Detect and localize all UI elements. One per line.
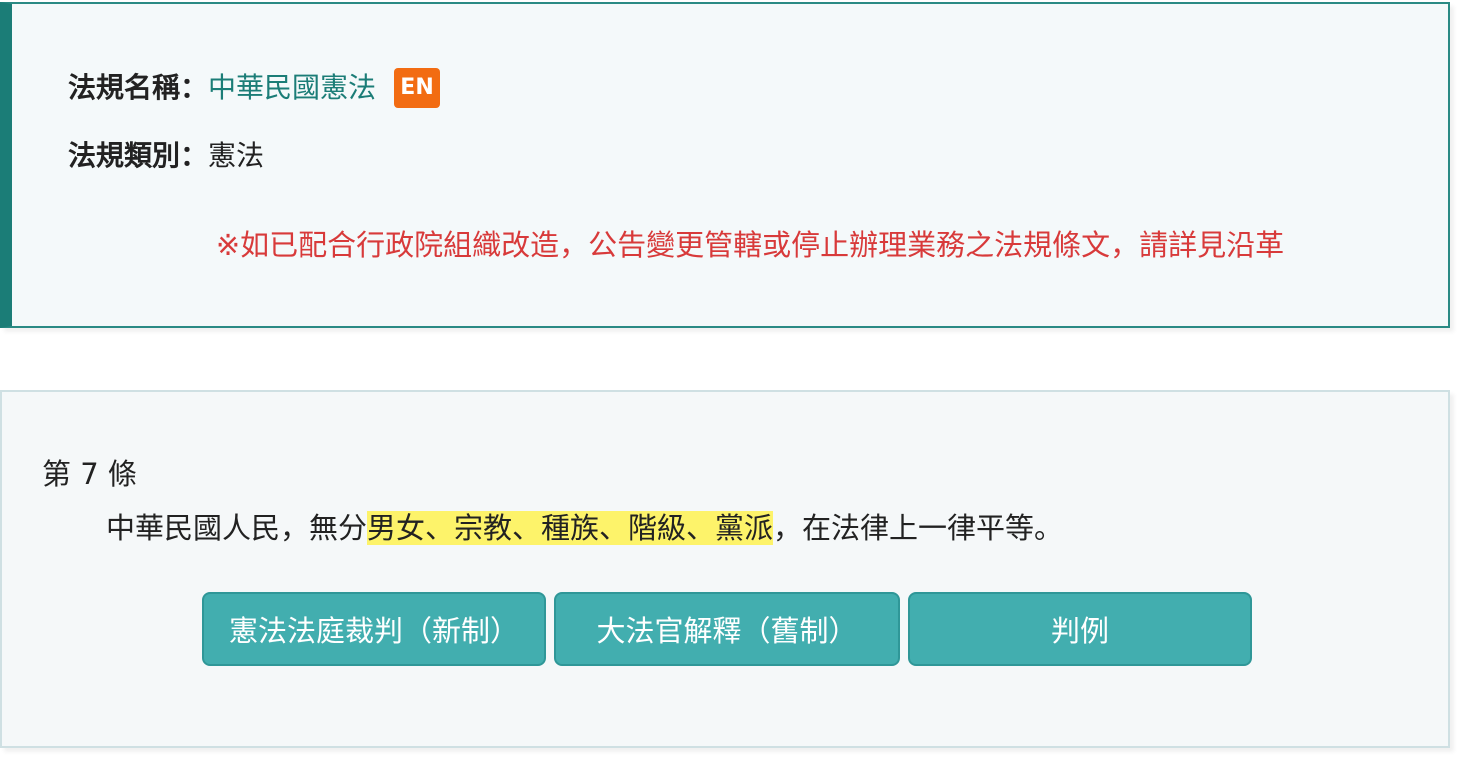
article-panel: 第 7 條 中華民國人民，無分男女、宗教、種族、階級、黨派，在法律上一律平等。 … <box>0 390 1450 748</box>
reorganization-notice: ※如已配合行政院組織改造，公告變更管轄或停止辦理業務之法規條文，請詳見沿革 <box>215 228 1285 262</box>
law-category-label: 法規類別： <box>68 139 209 172</box>
article-number: 第 7 條 <box>42 457 137 491</box>
related-rulings-buttons: 憲法法庭裁判（新制） 大法官解釋（舊制） 判例 <box>202 592 1252 666</box>
article-text-after: ，在法律上一律平等。 <box>773 511 1064 545</box>
law-info-panel: 法規名稱： 中華民國憲法 EN 法規類別： 憲法 ※如已配合行政院組織改造，公告… <box>0 2 1450 328</box>
article-text-before: 中華民國人民，無分 <box>106 511 368 545</box>
law-name-link[interactable]: 中華民國憲法 <box>208 68 376 108</box>
constitutional-court-rulings-button[interactable]: 憲法法庭裁判（新制） <box>202 592 546 666</box>
law-category-value: 憲法 <box>208 139 265 172</box>
grand-justices-interpretations-button[interactable]: 大法官解釋（舊制） <box>554 592 900 666</box>
article-text-highlight: 男女、宗教、種族、階級、黨派 <box>367 511 774 545</box>
article-text: 中華民國人民，無分男女、宗教、種族、階級、黨派，在法律上一律平等。 <box>106 508 1063 548</box>
english-version-badge[interactable]: EN <box>394 68 441 108</box>
law-name-label: 法規名稱： <box>68 71 209 104</box>
law-category-row: 法規類別： 憲法 <box>68 136 264 176</box>
law-name-row: 法規名稱： 中華民國憲法 EN <box>68 68 441 108</box>
precedents-button[interactable]: 判例 <box>908 592 1252 666</box>
